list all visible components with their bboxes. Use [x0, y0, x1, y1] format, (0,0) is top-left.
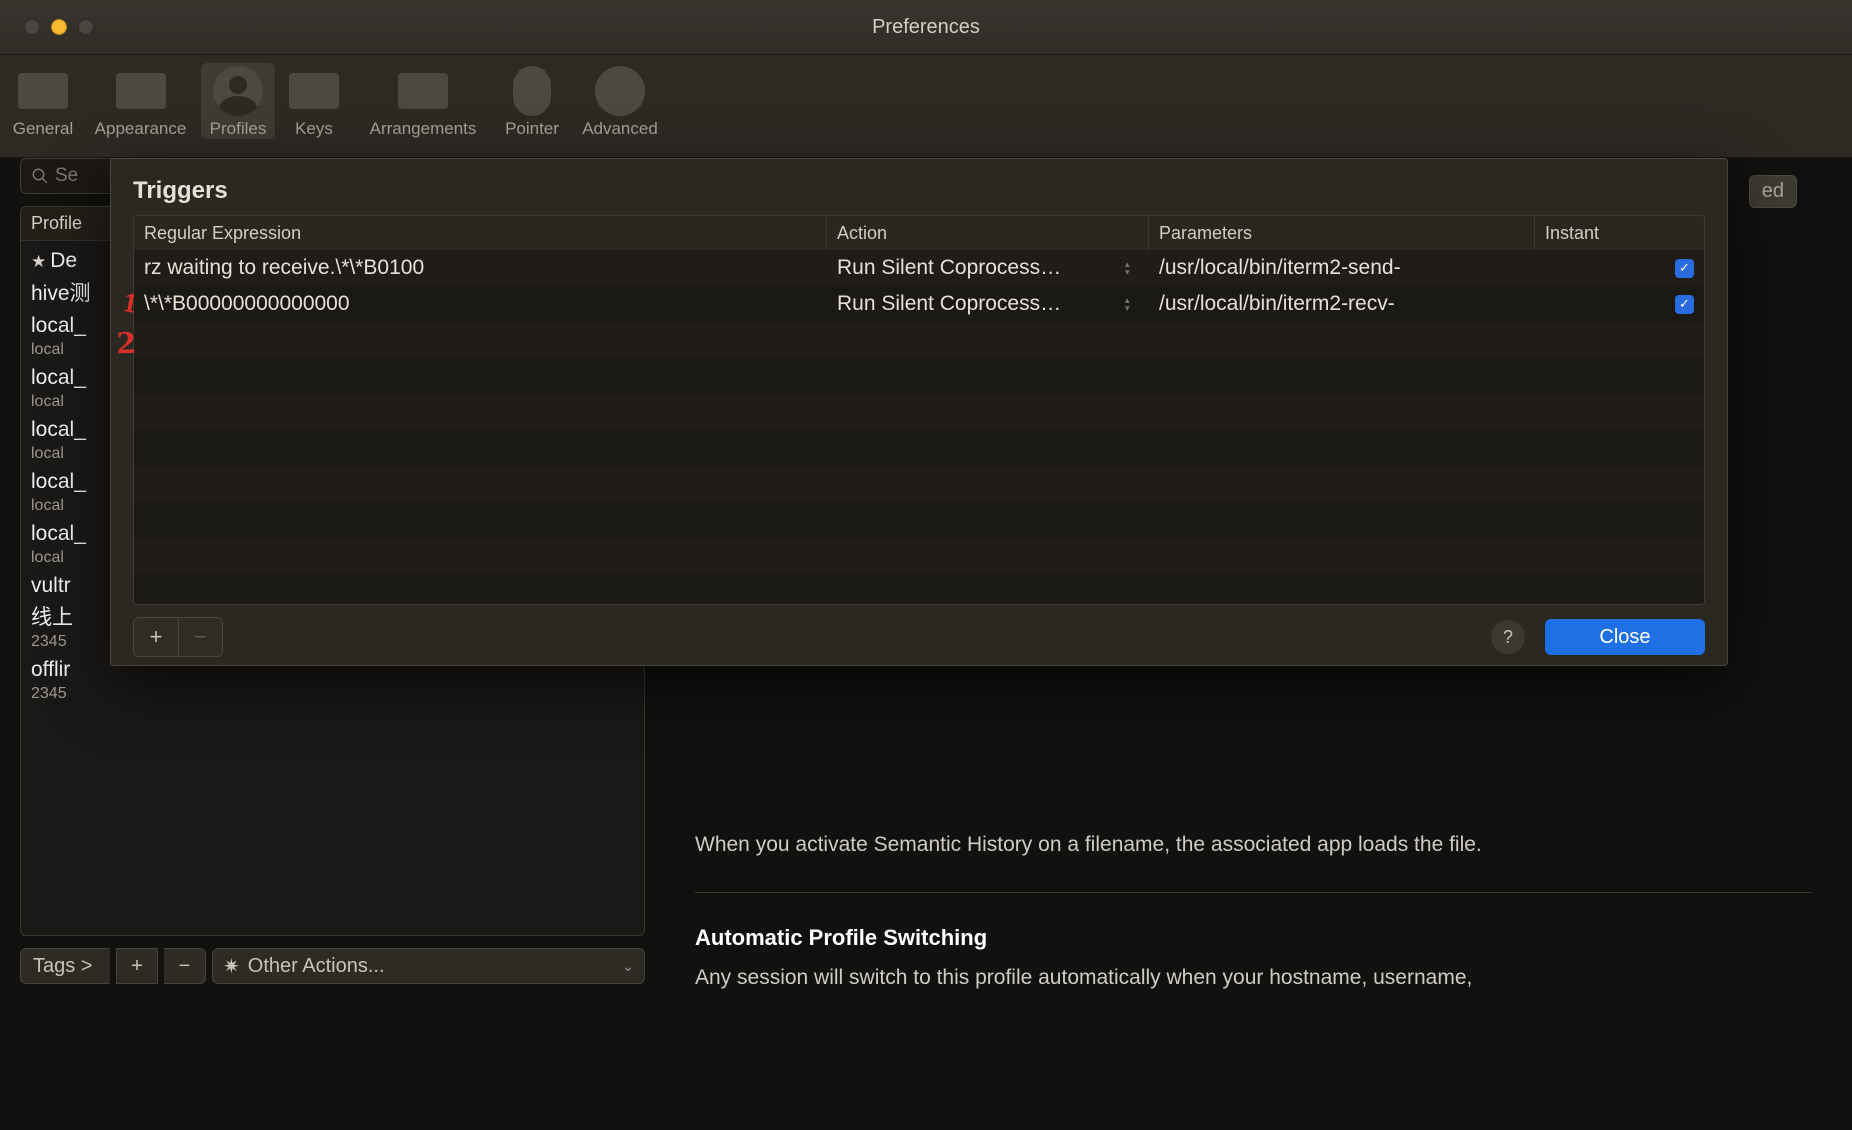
dialog-title: Triggers: [133, 177, 1705, 205]
gear-icon: [595, 66, 645, 116]
col-parameters[interactable]: Parameters: [1149, 216, 1535, 250]
checkbox-checked-icon: ✓: [1675, 295, 1694, 314]
window-controls: [0, 19, 94, 35]
divider: [695, 892, 1812, 893]
gear-icon: ✷: [223, 954, 240, 979]
tab-label: General: [13, 119, 73, 138]
search-placeholder: Se: [55, 165, 78, 187]
tab-label: Keys: [295, 119, 333, 138]
close-button[interactable]: Close: [1545, 619, 1705, 655]
profile-name: De: [50, 249, 77, 272]
profile-name: offlir: [31, 658, 70, 681]
cell-parameters[interactable]: /usr/local/bin/iterm2-recv-: [1149, 286, 1535, 322]
general-icon: [18, 73, 68, 109]
preferences-toolbar: General Appearance Profiles Keys Arrange…: [0, 55, 1852, 158]
table-row: [134, 502, 1704, 538]
preferences-window: Preferences General Appearance Profiles …: [0, 0, 1852, 1130]
profile-name: local_: [31, 314, 86, 337]
checkbox-checked-icon: ✓: [1675, 259, 1694, 278]
profile-name: local_: [31, 366, 86, 389]
triggers-table: Regular Expression Action Parameters Ins…: [133, 215, 1705, 605]
other-actions-button[interactable]: ✷ Other Actions... ⌄: [212, 948, 645, 984]
arrangements-icon: [398, 73, 448, 109]
keys-icon: [289, 73, 339, 109]
profile-name: local_: [31, 418, 86, 441]
table-row: [134, 358, 1704, 394]
dialog-footer: + − ? Close: [133, 617, 1705, 657]
table-row: [134, 394, 1704, 430]
tab-label: Appearance: [95, 119, 187, 138]
tab-label: Advanced: [582, 119, 658, 138]
table-row: [134, 538, 1704, 574]
aps-title: Automatic Profile Switching: [695, 921, 1812, 955]
table-row[interactable]: \*\*B00000000000000Run Silent Coprocess……: [134, 286, 1704, 322]
aps-text: Any session will switch to this profile …: [695, 961, 1812, 995]
triggers-dialog: Triggers Regular Expression Action Param…: [110, 158, 1728, 666]
add-remove-segment: + −: [133, 617, 223, 657]
profile-tag: 2345: [31, 684, 634, 704]
close-window-button[interactable]: [24, 19, 40, 35]
appearance-icon: [116, 73, 166, 109]
col-action[interactable]: Action: [827, 216, 1149, 250]
cell-regex[interactable]: rz waiting to receive.\*\*B0100: [134, 250, 827, 286]
help-button[interactable]: ?: [1491, 620, 1525, 654]
tab-keys[interactable]: Keys: [277, 63, 351, 139]
tab-arrangements[interactable]: Arrangements: [353, 63, 493, 139]
window-title: Preferences: [0, 16, 1852, 39]
tags-button[interactable]: Tags >: [20, 948, 110, 984]
tab-appearance[interactable]: Appearance: [82, 63, 199, 139]
semantic-history-hint: When you activate Semantic History on a …: [695, 828, 1812, 862]
table-row: [134, 322, 1704, 358]
table-row: [134, 430, 1704, 466]
tab-label: Arrangements: [370, 119, 477, 138]
profile-name: vultr: [31, 574, 71, 597]
profile-name: hive测: [31, 282, 91, 305]
profile-name: local_: [31, 470, 86, 493]
add-trigger-button[interactable]: +: [134, 618, 178, 656]
cell-regex[interactable]: \*\*B00000000000000: [134, 286, 827, 322]
tags-label: Tags >: [33, 955, 92, 978]
add-profile-button[interactable]: +: [116, 948, 158, 984]
zoom-window-button[interactable]: [78, 19, 94, 35]
tab-advanced[interactable]: Advanced: [571, 63, 669, 139]
cell-action[interactable]: Run Silent Coprocess…▴▾: [827, 286, 1149, 322]
pointer-icon: [513, 66, 551, 116]
col-regex[interactable]: Regular Expression: [134, 216, 827, 250]
tab-label: Profiles: [210, 119, 267, 138]
cell-action[interactable]: Run Silent Coprocess…▴▾: [827, 250, 1149, 286]
remove-trigger-button[interactable]: −: [178, 618, 222, 656]
remove-profile-button[interactable]: −: [164, 948, 206, 984]
cell-instant[interactable]: ✓: [1535, 286, 1704, 322]
table-row: [134, 466, 1704, 502]
profiles-icon: [213, 66, 263, 116]
table-row: [134, 574, 1704, 605]
tab-profiles[interactable]: Profiles: [201, 63, 275, 139]
stepper-icon: ▴▾: [1125, 257, 1139, 279]
profile-name: 线上: [31, 606, 73, 629]
minimize-window-button[interactable]: [51, 19, 67, 35]
sidebar-footer: Tags > + − ✷ Other Actions... ⌄: [20, 948, 645, 984]
other-actions-label: Other Actions...: [248, 955, 385, 978]
tab-general[interactable]: General: [6, 63, 80, 139]
tab-pointer[interactable]: Pointer: [495, 63, 569, 139]
cell-parameters[interactable]: /usr/local/bin/iterm2-send-: [1149, 250, 1535, 286]
search-icon: [31, 167, 49, 185]
tab-label: Pointer: [505, 119, 559, 138]
chevron-down-icon: ⌄: [622, 958, 634, 975]
stepper-icon: ▴▾: [1125, 293, 1139, 315]
profile-name: local_: [31, 522, 86, 545]
titlebar: Preferences: [0, 0, 1852, 55]
table-header: Regular Expression Action Parameters Ins…: [134, 216, 1704, 250]
col-instant[interactable]: Instant: [1535, 216, 1704, 250]
table-row[interactable]: rz waiting to receive.\*\*B0100Run Silen…: [134, 250, 1704, 286]
cell-instant[interactable]: ✓: [1535, 250, 1704, 286]
